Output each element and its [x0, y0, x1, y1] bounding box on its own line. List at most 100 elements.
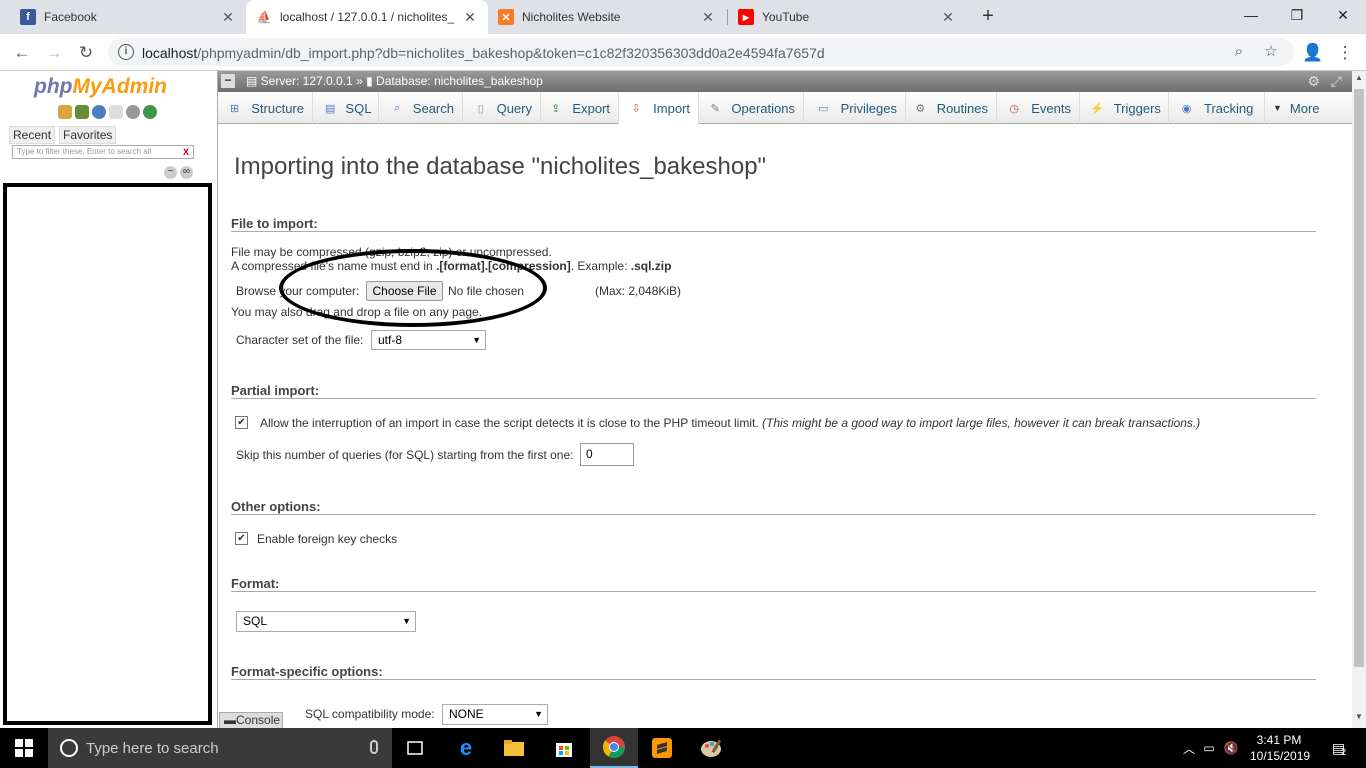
skip-queries-input[interactable]: 0	[580, 443, 634, 466]
favorites-tab[interactable]: Favorites	[59, 126, 117, 144]
sql-compat-select[interactable]: NONE ▼	[442, 704, 548, 725]
back-button[interactable]: ←	[9, 40, 35, 66]
taskbar-store[interactable]	[540, 728, 588, 768]
new-tab-button[interactable]: +	[976, 4, 1000, 28]
bookmark-star-icon[interactable]: ☆	[1262, 43, 1280, 61]
tab-search[interactable]: ⌕ Search	[379, 92, 463, 124]
notification-count: 2	[1341, 747, 1347, 757]
section-divider	[231, 514, 1316, 515]
clock-icon: ◷	[1009, 102, 1019, 115]
taskbar-file-explorer[interactable]	[490, 728, 538, 768]
breadcrumb-server[interactable]: Server: 127.0.0.1	[261, 74, 353, 88]
tab-youtube[interactable]: ▶ YouTube ✕	[728, 0, 966, 34]
windows-start-button[interactable]	[0, 728, 48, 768]
collapse-navigation-icon[interactable]: −	[221, 74, 235, 88]
phpmyadmin-logo[interactable]: phpMyAdmin	[34, 75, 167, 99]
console-toggle[interactable]: ▬Console	[219, 712, 283, 729]
sql-compat-label: SQL compatibility mode:	[305, 707, 435, 721]
page-scrollbar[interactable]: ▲ ▼	[1352, 71, 1366, 728]
wrench-icon: ✎	[710, 102, 720, 115]
action-center-button[interactable]: ▤ 2	[1326, 728, 1352, 768]
tab-export[interactable]: ⇪ Export	[541, 92, 619, 124]
tab-sql[interactable]: ▤ SQL	[313, 92, 379, 124]
recent-tab[interactable]: Recent	[9, 126, 56, 144]
docs-icon[interactable]	[109, 105, 123, 119]
foreign-key-checkbox[interactable]: ✔	[235, 532, 248, 545]
dropdown-arrow-icon: ▼	[472, 335, 481, 345]
taskbar-clock[interactable]: 3:41 PM 10/15/2019	[1250, 732, 1310, 764]
taskbar-search-box[interactable]: Type here to search	[48, 728, 392, 768]
tab-title: Facebook	[44, 10, 97, 24]
tab-import[interactable]: ⇩ Import	[619, 92, 699, 125]
tab-facebook[interactable]: f Facebook ✕	[10, 0, 246, 34]
tab-phpmyadmin[interactable]: ⛵ localhost / 127.0.0.1 / nicholites_ ✕	[246, 0, 488, 34]
incognito-profile-icon[interactable]: 👤	[1300, 40, 1326, 66]
close-tab-icon[interactable]: ✕	[462, 9, 478, 26]
database-icon: ▮	[366, 74, 377, 88]
section-divider	[231, 231, 1316, 232]
sql-icon: ▤	[325, 102, 336, 115]
tab-privileges[interactable]: ▭ Privileges	[804, 92, 906, 124]
taskbar-chrome[interactable]	[590, 728, 638, 768]
restore-button[interactable]: ❐	[1274, 0, 1320, 30]
navigation-filter-input[interactable]: Type to filter these, Enter to search al…	[12, 145, 194, 159]
taskbar-edge[interactable]: e	[442, 728, 490, 768]
tab-triggers[interactable]: ⚡ Triggers	[1080, 92, 1169, 124]
help-icon[interactable]	[92, 105, 106, 119]
network-icon[interactable]: ▭	[1198, 741, 1220, 755]
charset-select[interactable]: utf-8 ▼	[371, 330, 486, 350]
reload-button[interactable]: ↻	[73, 40, 99, 66]
scroll-up-icon[interactable]: ▲	[1354, 73, 1364, 87]
format-select[interactable]: SQL ▼	[236, 611, 416, 632]
no-file-chosen-text: No file chosen	[448, 284, 525, 298]
close-tab-icon[interactable]: ✕	[220, 9, 236, 26]
store-icon	[556, 743, 572, 757]
chrome-menu-icon[interactable]: ⋮	[1332, 40, 1358, 66]
pma-navigation-panel: phpMyAdmin Recent Favorites Type to filt…	[0, 71, 218, 728]
refresh-icon[interactable]	[143, 105, 157, 119]
tab-query[interactable]: ▯ Query	[463, 92, 541, 124]
close-window-button[interactable]: ✕	[1320, 0, 1366, 30]
chevron-down-icon: ▼	[1273, 103, 1282, 113]
collapse-all-icon[interactable]: −	[164, 166, 177, 179]
tab-tracking[interactable]: ◉ Tracking	[1169, 92, 1265, 124]
show-hidden-icons-icon[interactable]: ︿	[1180, 740, 1198, 757]
tab-events[interactable]: ◷ Events	[997, 92, 1080, 124]
clock-time: 3:41 PM	[1256, 733, 1302, 747]
taskbar-paint[interactable]	[688, 728, 736, 768]
link-with-main-icon[interactable]: ∞	[180, 166, 193, 179]
home-icon[interactable]	[58, 105, 72, 119]
tab-nicholites-website[interactable]: ✕ Nicholites Website ✕	[488, 0, 726, 34]
task-view-button[interactable]	[392, 728, 440, 768]
recent-favorites-tabs: Recent Favorites	[9, 126, 117, 144]
tab-routines[interactable]: ⚙ Routines	[906, 92, 997, 124]
scroll-down-icon[interactable]: ▼	[1354, 712, 1364, 726]
clear-filter-icon[interactable]: X	[183, 146, 189, 158]
allow-interrupt-checkbox[interactable]: ✔	[235, 416, 248, 429]
server-icon: ▤	[246, 74, 261, 88]
forward-button[interactable]: →	[41, 40, 67, 66]
address-bar[interactable]: i localhost/phpmyadmin/db_import.php?db=…	[108, 38, 1294, 66]
logout-icon[interactable]	[75, 105, 89, 119]
microphone-icon[interactable]	[370, 740, 378, 754]
close-tab-icon[interactable]: ✕	[940, 9, 956, 26]
close-tab-icon[interactable]: ✕	[700, 9, 716, 26]
sublime-text-icon	[652, 738, 672, 758]
expand-icon[interactable]: ⤢	[1331, 73, 1342, 90]
taskbar-sublime-text[interactable]	[638, 728, 686, 768]
section-divider	[231, 398, 1316, 399]
minimize-button[interactable]: —	[1228, 0, 1274, 30]
settings-gear-icon[interactable]	[126, 105, 140, 119]
volume-muted-icon[interactable]: 🔇	[1220, 741, 1242, 755]
site-info-icon[interactable]: i	[118, 44, 134, 60]
tab-structure[interactable]: ⊞ Structure	[218, 92, 313, 124]
compression-note: File may be compressed (gzip, bzip2, zip…	[231, 245, 552, 259]
tab-operations[interactable]: ✎ Operations	[699, 92, 804, 124]
choose-file-button[interactable]: Choose File	[366, 281, 443, 301]
settings-gear-icon[interactable]: ⚙	[1307, 73, 1320, 90]
zoom-icon[interactable]: ⌕	[1230, 43, 1248, 61]
breadcrumb-database[interactable]: Database: nicholites_bakeshop	[376, 74, 543, 88]
url-text[interactable]: localhost/phpmyadmin/db_import.php?db=ni…	[142, 45, 825, 61]
scrollbar-thumb[interactable]	[1354, 89, 1364, 667]
tab-more[interactable]: ▼ More	[1265, 92, 1327, 124]
